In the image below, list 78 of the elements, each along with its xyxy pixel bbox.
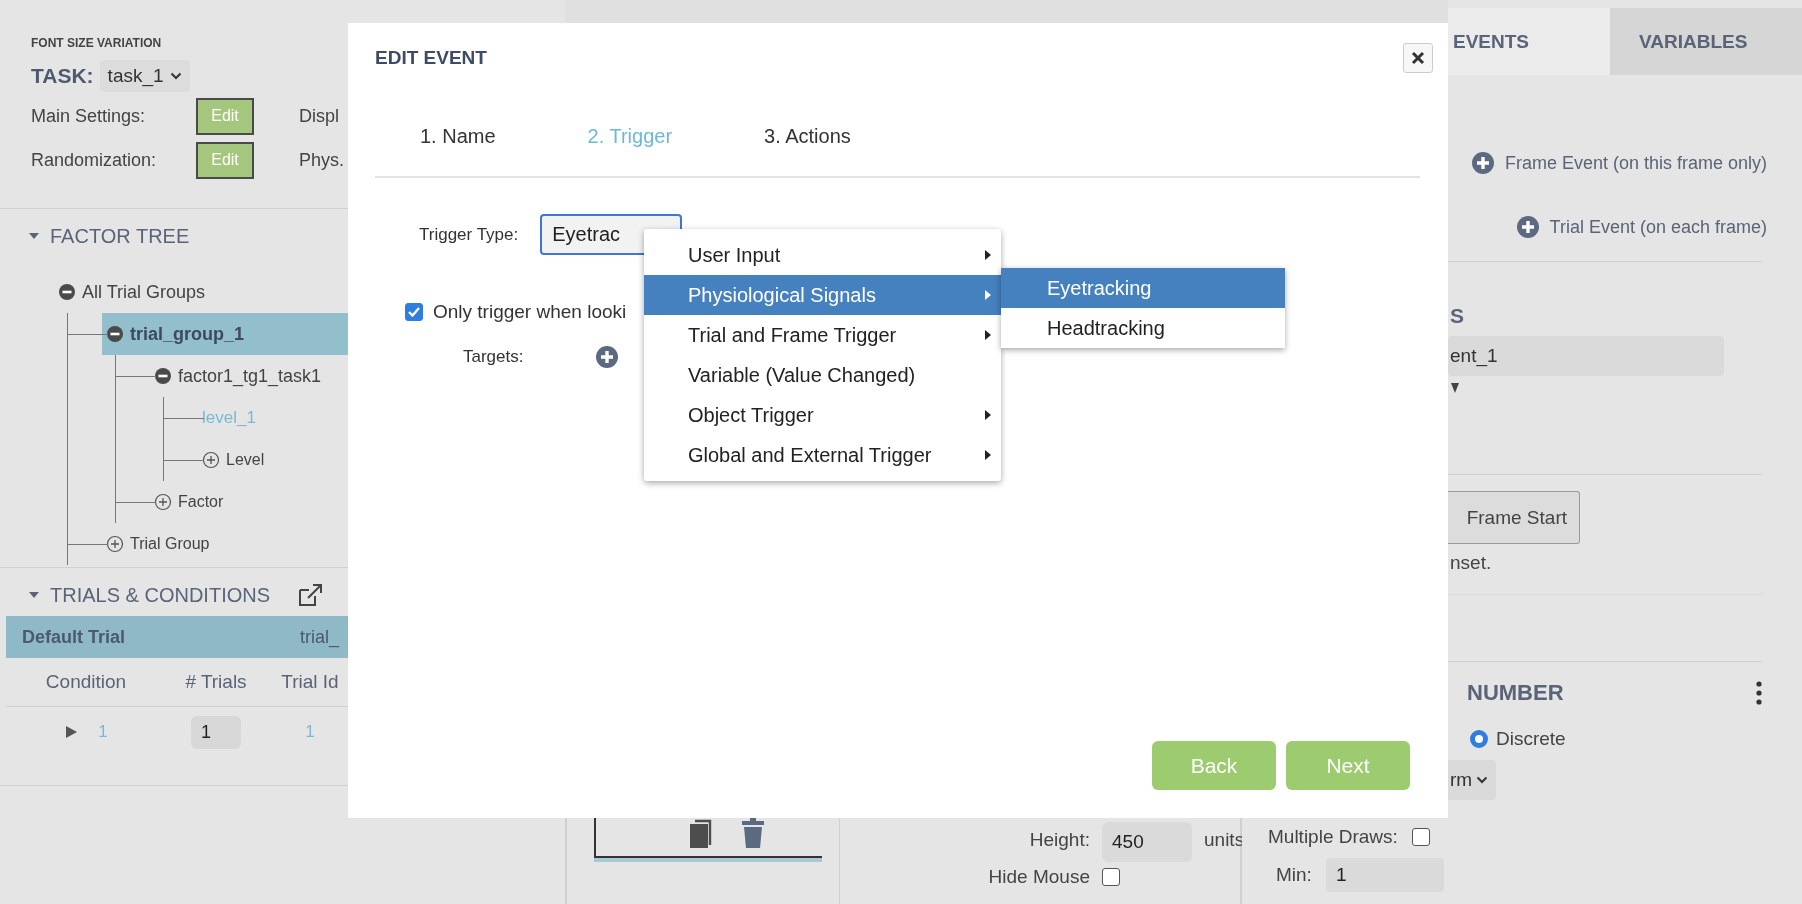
checkbox-label: Only trigger when looki [433,301,627,323]
trial-name: trial_ [300,626,339,648]
setting-label: Phys. [299,149,345,171]
add-link[interactable]: Level [226,451,265,469]
collapse-icon[interactable] [154,367,172,385]
checkbox[interactable] [405,303,423,321]
menu-item[interactable]: Eyetracking [1001,268,1285,308]
setting-label: Displ [299,105,339,127]
add-icon[interactable] [202,451,220,469]
select-field[interactable]: rm [1448,760,1497,800]
add-target-icon[interactable] [595,345,620,369]
field-label: Height: [1028,829,1090,851]
caret-down-icon [1450,382,1460,394]
add-link[interactable]: Factor [178,493,224,511]
menu-item[interactable]: Variable (Value Changed) [644,355,1001,395]
menu-item[interactable]: Trial and Frame Trigger [644,315,1001,355]
tree-node-label[interactable]: All Trial Groups [82,281,206,303]
section-title: NUMBER [1467,680,1564,706]
add-icon[interactable] [1515,215,1540,239]
field-label: Hide Mouse [987,866,1090,888]
copy-icon[interactable] [690,818,714,848]
min-field[interactable]: 1 [1325,858,1444,892]
note-text: nset. [1450,552,1493,574]
step-tab[interactable]: 1. Name [420,125,496,148]
task-select[interactable]: task_1 [99,60,190,92]
field-label: Min: [1276,864,1312,886]
frame-start-button[interactable]: Frame Start [1448,491,1580,544]
collapse-icon[interactable] [106,325,124,343]
radio-label: Discrete [1496,728,1566,750]
add-event-link[interactable]: Frame Event (on this frame only) [1504,152,1767,174]
section-title: TRIALS & CONDITIONS [50,583,271,607]
number-field[interactable]: 1 [191,715,241,749]
collapse-icon[interactable] [58,283,76,301]
chevron-down-icon [169,71,182,81]
section-title: S [1450,304,1465,328]
column-header: Trial Id [280,671,340,693]
name-field[interactable]: ent_1 [1448,336,1724,376]
checkbox[interactable] [1411,828,1430,846]
external-link-icon[interactable] [298,583,325,607]
tree-node-label[interactable]: trial_group_1 [130,323,245,345]
table-cell: 1 [305,722,315,742]
add-link[interactable]: Trial Group [130,535,210,553]
checkbox[interactable] [1102,868,1120,886]
chevron-down-icon [1476,775,1489,785]
task-label: TASK: [31,64,94,88]
add-icon[interactable] [154,493,172,511]
trash-icon[interactable] [742,818,764,848]
close-button[interactable] [1403,43,1433,73]
section-title: FACTOR TREE [50,224,190,248]
add-icon[interactable] [1470,151,1495,175]
trial-name: Default Trial [22,626,127,648]
play-icon[interactable] [64,725,79,739]
dialog-title: EDIT EVENT [375,47,487,69]
tree-node-label[interactable]: factor1_tg1_task1 [178,365,322,387]
project-title: FONT SIZE VARIATION [31,36,163,50]
menu-item[interactable]: Object Trigger [644,395,1001,435]
check-icon [407,306,421,318]
menu-item[interactable]: Headtracking [1001,308,1285,348]
more-options-icon[interactable] [1756,681,1762,705]
setting-label: Main Settings: [31,105,147,127]
menu-item[interactable]: Physiological Signals [644,275,1001,315]
table-cell: 1 [98,722,108,742]
step-tab[interactable]: 3. Actions [764,125,851,148]
close-icon [1411,51,1425,65]
column-header: # Trials [184,671,248,693]
height-field[interactable]: 450 [1102,822,1192,862]
add-event-link[interactable]: Trial Event (on each frame) [1549,216,1767,238]
menu-item[interactable]: Global and External Trigger [644,435,1001,475]
add-icon[interactable] [106,535,124,553]
column-header: Condition [44,671,128,693]
field-label: Multiple Draws: [1268,826,1398,848]
setting-label: Randomization: [31,149,158,171]
panel-tab[interactable]: VARIABLES [1613,8,1802,75]
field-label: Trigger Type: [419,224,519,245]
radio-button[interactable] [1470,730,1488,748]
panel-tab[interactable]: EVENTS [1448,8,1613,75]
unit-label: units [1204,829,1245,851]
field-label: Targets: [463,347,524,367]
